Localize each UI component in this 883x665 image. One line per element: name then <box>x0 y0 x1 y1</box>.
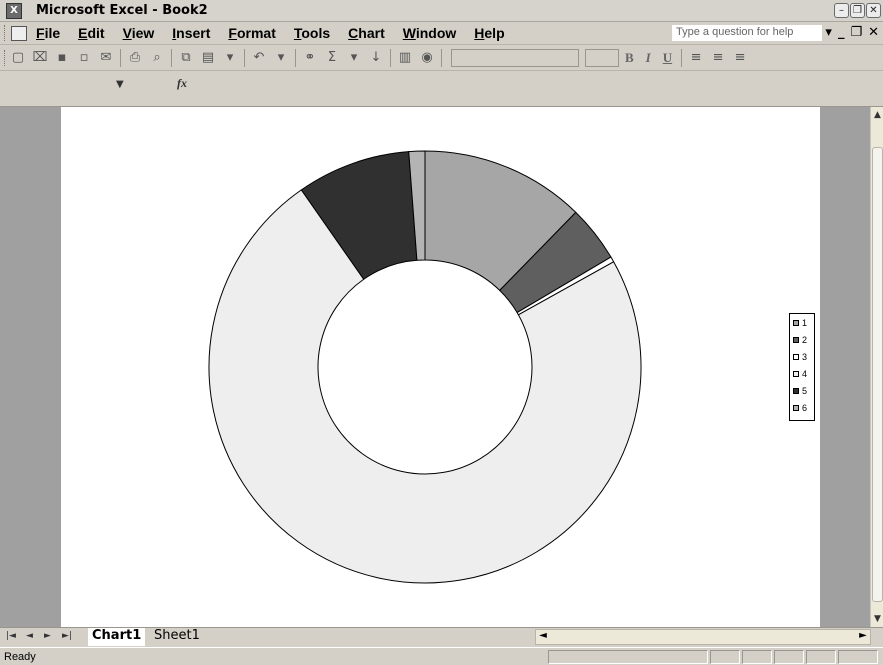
legend-label: 5 <box>802 386 808 396</box>
legend-label: 1 <box>802 318 808 328</box>
legend-entry[interactable]: 3 <box>793 351 807 363</box>
legend-label: 6 <box>802 403 808 413</box>
legend-swatch <box>793 337 799 343</box>
next-sheet-icon[interactable]: ► <box>44 631 51 641</box>
scroll-right-icon[interactable]: ► <box>856 630 870 644</box>
chart-legend[interactable]: 1 2 3 4 5 6 <box>789 313 815 421</box>
legend-entry[interactable]: 1 <box>793 317 807 329</box>
legend-label: 4 <box>802 369 808 379</box>
prev-sheet-icon[interactable]: ◄ <box>26 631 33 641</box>
legend-entry[interactable]: 2 <box>793 334 807 346</box>
legend-swatch <box>793 371 799 377</box>
tab-chart1[interactable]: Chart1 <box>88 628 146 646</box>
scroll-down-icon[interactable]: ▼ <box>871 611 883 627</box>
legend-entry[interactable]: 4 <box>793 368 807 380</box>
horizontal-scrollbar[interactable]: ◄ ► <box>535 629 871 645</box>
tab-sheet1[interactable]: Sheet1 <box>150 628 204 646</box>
legend-label: 3 <box>802 352 808 362</box>
status-bar: Ready <box>0 647 883 665</box>
first-sheet-icon[interactable]: |◄ <box>6 631 16 641</box>
legend-swatch <box>793 320 799 326</box>
scroll-up-icon[interactable]: ▲ <box>871 107 883 123</box>
sheet-tab-bar: |◄ ◄ ► ►| Chart1 Sheet1 ◄ ► <box>0 627 883 647</box>
legend-label: 2 <box>802 335 808 345</box>
vertical-scrollbar[interactable]: ▲ ▼ <box>870 107 883 627</box>
legend-swatch <box>793 354 799 360</box>
scroll-left-icon[interactable]: ◄ <box>536 630 550 644</box>
legend-entry[interactable]: 5 <box>793 385 807 397</box>
doughnut-chart[interactable] <box>0 0 883 665</box>
vertical-scroll-thumb[interactable] <box>872 147 883 602</box>
legend-entry[interactable]: 6 <box>793 402 807 414</box>
legend-swatch <box>793 388 799 394</box>
status-text: Ready <box>4 651 36 663</box>
legend-swatch <box>793 405 799 411</box>
last-sheet-icon[interactable]: ►| <box>62 631 72 641</box>
